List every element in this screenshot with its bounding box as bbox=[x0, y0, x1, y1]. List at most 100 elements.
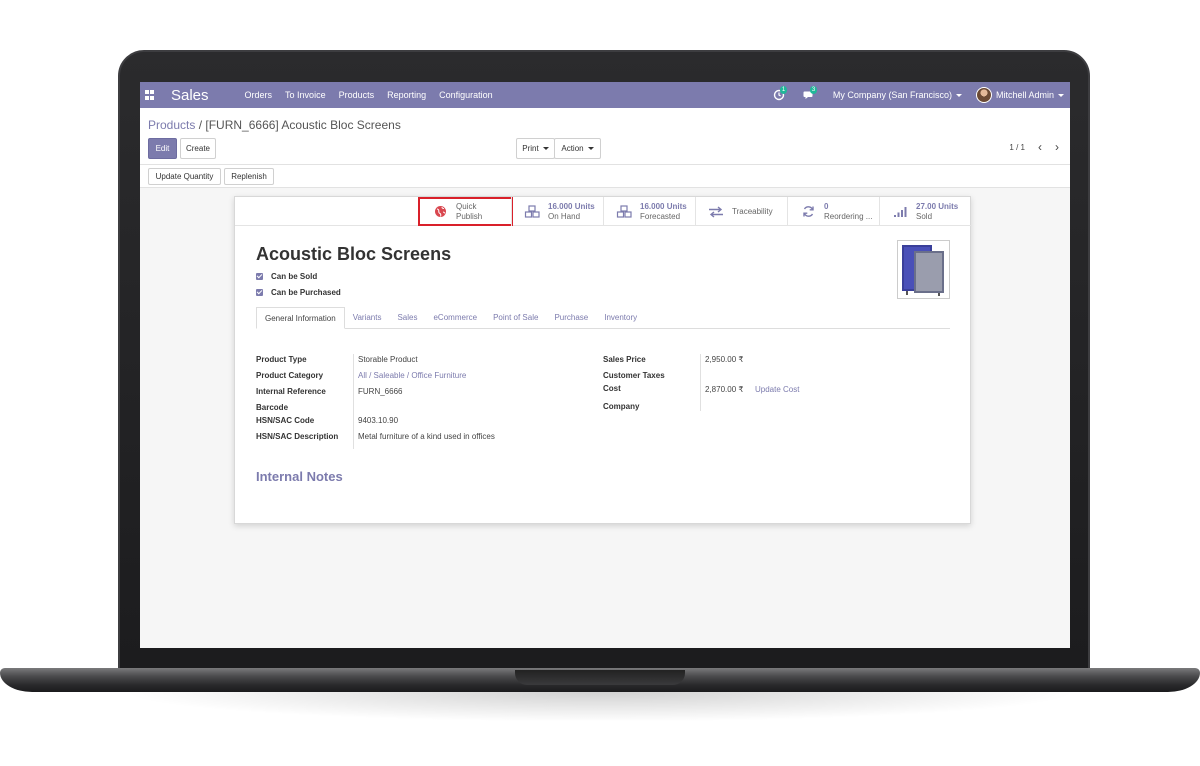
arrows-exchange-icon bbox=[706, 205, 726, 218]
forecasted-button[interactable]: 16.000 Units Forecasted bbox=[603, 197, 695, 226]
quick-publish-button[interactable]: Quick Publish bbox=[418, 197, 513, 226]
chevron-right-icon[interactable]: › bbox=[1055, 140, 1059, 154]
refresh-icon bbox=[798, 205, 818, 218]
print-label: Print bbox=[522, 144, 539, 153]
breadcrumb: Products / [FURN_6666] Acoustic Bloc Scr… bbox=[148, 118, 401, 132]
sold-button[interactable]: 27.00 Units Sold bbox=[879, 197, 972, 226]
action-button[interactable]: Action bbox=[554, 138, 601, 159]
hsn-description-field[interactable]: Metal furniture of a kind used in office… bbox=[358, 432, 495, 441]
can-be-sold-row: Can be Sold bbox=[256, 272, 317, 281]
company-switcher[interactable]: My Company (San Francisco) bbox=[833, 90, 962, 100]
tab-general-information[interactable]: General Information bbox=[256, 307, 345, 329]
chevron-down-icon bbox=[1058, 94, 1064, 98]
barcode-label: Barcode bbox=[256, 403, 289, 412]
can-be-purchased-checkbox[interactable] bbox=[256, 289, 263, 296]
field-separator bbox=[353, 354, 354, 449]
replenish-button[interactable]: Replenish bbox=[224, 168, 274, 185]
menu-to-invoice[interactable]: To Invoice bbox=[285, 90, 326, 100]
pager-value: 1 / 1 bbox=[1009, 143, 1025, 152]
control-panel: Products / [FURN_6666] Acoustic Bloc Scr… bbox=[140, 108, 1070, 188]
on-hand-button[interactable]: 16.000 Units On Hand bbox=[511, 197, 603, 226]
menu-products[interactable]: Products bbox=[339, 90, 375, 100]
sales-price-label: Sales Price bbox=[603, 355, 646, 364]
forecasted-label: Forecasted bbox=[640, 211, 681, 221]
reordering-value: 0 bbox=[824, 201, 829, 211]
app-title[interactable]: Sales bbox=[171, 87, 209, 104]
reordering-label: Reordering ... bbox=[824, 211, 873, 221]
product-category-label: Product Category bbox=[256, 371, 324, 380]
quick-publish-line2: Publish bbox=[456, 211, 483, 221]
avatar[interactable] bbox=[975, 87, 992, 103]
traceability-label: Traceability bbox=[732, 206, 773, 216]
internal-reference-field[interactable]: FURN_6666 bbox=[358, 387, 402, 396]
smart-button-box: Quick Publish 16.000 Units On Hand 16.000 … bbox=[235, 197, 972, 226]
sold-label: Sold bbox=[916, 211, 933, 221]
can-be-purchased-label: Can be Purchased bbox=[271, 288, 341, 297]
hsn-code-field[interactable]: 9403.10.90 bbox=[358, 416, 398, 425]
bar-chart-icon bbox=[890, 206, 910, 218]
cubes-icon bbox=[522, 205, 542, 218]
user-menu[interactable]: Mitchell Admin bbox=[996, 90, 1064, 100]
laptop-shadow bbox=[120, 692, 1080, 722]
can-be-sold-checkbox[interactable] bbox=[256, 273, 263, 280]
update-cost-button[interactable]: Update Cost bbox=[755, 385, 799, 394]
top-navbar: Sales Orders To Invoice Products Reporti… bbox=[140, 82, 1070, 108]
apps-menu-icon[interactable] bbox=[145, 90, 155, 100]
customer-taxes-label: Customer Taxes bbox=[603, 371, 665, 380]
activity-badge: 1 bbox=[779, 86, 788, 94]
on-hand-value: 16.000 Units bbox=[548, 201, 595, 211]
cost-label: Cost bbox=[603, 384, 621, 393]
create-button[interactable]: Create bbox=[180, 138, 216, 159]
menu-reporting[interactable]: Reporting bbox=[387, 90, 426, 100]
action-label: Action bbox=[561, 144, 584, 153]
messages-badge: 3 bbox=[809, 86, 818, 94]
divider bbox=[140, 164, 1070, 165]
print-button[interactable]: Print bbox=[516, 138, 555, 159]
globe-icon bbox=[430, 205, 450, 218]
menu-configuration[interactable]: Configuration bbox=[439, 90, 493, 100]
laptop-notch bbox=[515, 670, 685, 685]
can-be-purchased-row: Can be Purchased bbox=[256, 288, 341, 297]
sold-value: 27.00 Units bbox=[916, 201, 959, 211]
breadcrumb-products-link[interactable]: Products bbox=[148, 118, 195, 132]
company-label: Company bbox=[603, 402, 640, 411]
chevron-down-icon bbox=[955, 94, 962, 98]
notebook-tabs: General Information Variants Sales eComm… bbox=[256, 307, 950, 329]
product-type-label: Product Type bbox=[256, 355, 307, 364]
screen: Sales Orders To Invoice Products Reporti… bbox=[140, 82, 1070, 648]
edit-button[interactable]: Edit bbox=[148, 138, 177, 159]
forecasted-value: 16.000 Units bbox=[640, 201, 687, 211]
tab-inventory[interactable]: Inventory bbox=[596, 307, 645, 328]
product-category-field[interactable]: All / Saleable / Office Furniture bbox=[358, 371, 466, 380]
update-quantity-button[interactable]: Update Quantity bbox=[148, 168, 221, 185]
traceability-button[interactable]: Traceability bbox=[695, 197, 787, 226]
quick-publish-line1: Quick bbox=[456, 201, 477, 211]
chevron-down-icon bbox=[542, 147, 549, 150]
breadcrumb-current: [FURN_6666] Acoustic Bloc Screens bbox=[205, 118, 401, 132]
activity-clock-icon[interactable]: 1 bbox=[773, 86, 788, 101]
product-image[interactable] bbox=[897, 240, 950, 299]
chevron-left-icon[interactable]: ‹ bbox=[1038, 140, 1042, 154]
cubes-icon bbox=[614, 205, 634, 218]
chevron-down-icon bbox=[587, 147, 594, 150]
reordering-button[interactable]: 0 Reordering ... bbox=[787, 197, 879, 226]
user-name: Mitchell Admin bbox=[995, 90, 1054, 100]
tab-sales[interactable]: Sales bbox=[389, 307, 425, 328]
form-sheet: Quick Publish 16.000 Units On Hand 16.000 … bbox=[234, 196, 972, 524]
product-type-field[interactable]: Storable Product bbox=[358, 355, 418, 364]
sales-price-field[interactable]: 2,950.00 ₹ bbox=[705, 355, 743, 364]
hsn-description-label: HSN/SAC Description bbox=[256, 432, 339, 441]
menu-orders[interactable]: Orders bbox=[245, 90, 273, 100]
tab-variants[interactable]: Variants bbox=[345, 307, 390, 328]
messages-chat-icon[interactable]: 3 bbox=[803, 86, 818, 101]
internal-reference-label: Internal Reference bbox=[256, 387, 326, 396]
tab-point-of-sale[interactable]: Point of Sale bbox=[485, 307, 546, 328]
cost-field[interactable]: 2,870.00 ₹ bbox=[705, 385, 743, 394]
tab-ecommerce[interactable]: eCommerce bbox=[425, 307, 485, 328]
product-name: Acoustic Bloc Screens bbox=[256, 244, 452, 264]
tab-purchase[interactable]: Purchase bbox=[546, 307, 596, 328]
can-be-sold-label: Can be Sold bbox=[271, 272, 318, 281]
on-hand-label: On Hand bbox=[548, 211, 581, 221]
breadcrumb-separator: / bbox=[198, 118, 203, 132]
internal-notes-heading: Internal Notes bbox=[256, 469, 343, 484]
